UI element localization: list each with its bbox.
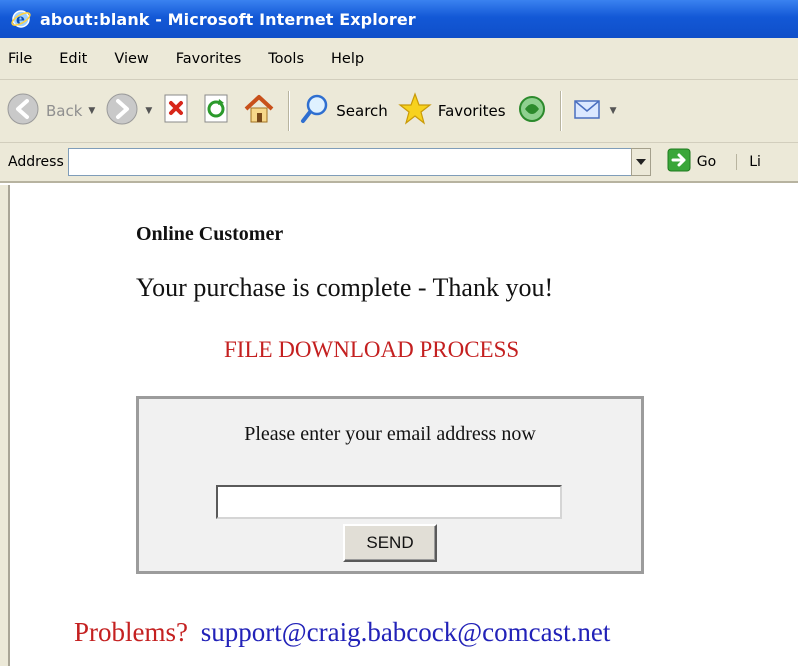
menu-favorites[interactable]: Favorites: [176, 51, 242, 67]
search-icon: [300, 93, 330, 129]
forward-button[interactable]: ▼: [105, 92, 152, 130]
forward-dropdown-icon[interactable]: ▼: [145, 106, 152, 116]
mail-dropdown-icon[interactable]: ▼: [610, 106, 617, 116]
menu-edit[interactable]: Edit: [59, 51, 87, 67]
media-button[interactable]: [516, 93, 548, 129]
menu-tools[interactable]: Tools: [268, 51, 304, 67]
go-button[interactable]: Go: [667, 148, 716, 176]
process-heading: FILE DOWNLOAD PROCESS: [224, 337, 520, 362]
menu-help[interactable]: Help: [331, 51, 364, 67]
stop-button[interactable]: [162, 93, 192, 129]
email-field[interactable]: [216, 485, 562, 519]
support-email-link[interactable]: support@craig.babcock@comcast.net: [201, 617, 611, 647]
mail-button[interactable]: ▼: [572, 94, 617, 128]
standard-toolbar: Back ▼ ▼ Search Favorites ▼: [0, 80, 798, 143]
address-label: Address: [8, 154, 64, 170]
problems-line: Problems? support@craig.babcock@comcast.…: [74, 617, 610, 648]
title-bar: e about:blank - Microsoft Internet Explo…: [0, 0, 798, 38]
home-button[interactable]: [242, 93, 276, 129]
send-button[interactable]: SEND: [343, 524, 437, 562]
ie-logo-icon: e: [10, 8, 32, 30]
address-input[interactable]: [67, 148, 632, 176]
favorites-star-icon: [398, 92, 432, 130]
email-prompt: Please enter your email address now: [244, 423, 536, 445]
search-label: Search: [336, 102, 388, 120]
go-label: Go: [696, 154, 717, 170]
toolbar-separator: [288, 91, 291, 131]
media-icon: [516, 93, 548, 129]
back-label: Back: [46, 102, 83, 120]
favorites-button[interactable]: Favorites: [398, 92, 506, 130]
mail-icon: [572, 94, 604, 128]
go-arrow-icon: [667, 148, 691, 176]
dropdown-arrow-icon[interactable]: [630, 148, 651, 176]
email-form: Please enter your email address now SEND: [136, 396, 644, 574]
favorites-label: Favorites: [437, 102, 506, 120]
window-title: about:blank - Microsoft Internet Explore…: [40, 9, 416, 29]
back-icon: [6, 92, 40, 130]
refresh-button[interactable]: [202, 93, 232, 129]
thanks-heading: Your purchase is complete - Thank you!: [136, 273, 554, 302]
links-label[interactable]: Li: [736, 154, 761, 170]
problems-label: Problems?: [74, 617, 188, 647]
back-dropdown-icon[interactable]: ▼: [88, 106, 95, 116]
home-icon: [242, 93, 276, 129]
menu-view[interactable]: View: [114, 51, 148, 67]
back-button[interactable]: Back ▼: [6, 92, 95, 130]
search-button[interactable]: Search: [300, 93, 388, 129]
stop-icon: [162, 93, 192, 129]
customer-heading: Online Customer: [136, 223, 284, 245]
menu-bar: File Edit View Favorites Tools Help: [0, 38, 798, 80]
toolbar-separator-2: [559, 91, 562, 131]
forward-icon: [105, 92, 139, 130]
page-content: Online Customer Your purchase is complet…: [0, 185, 798, 666]
refresh-icon: [202, 93, 232, 129]
address-bar: Address Go Li: [0, 143, 798, 183]
menu-file[interactable]: File: [8, 51, 32, 67]
